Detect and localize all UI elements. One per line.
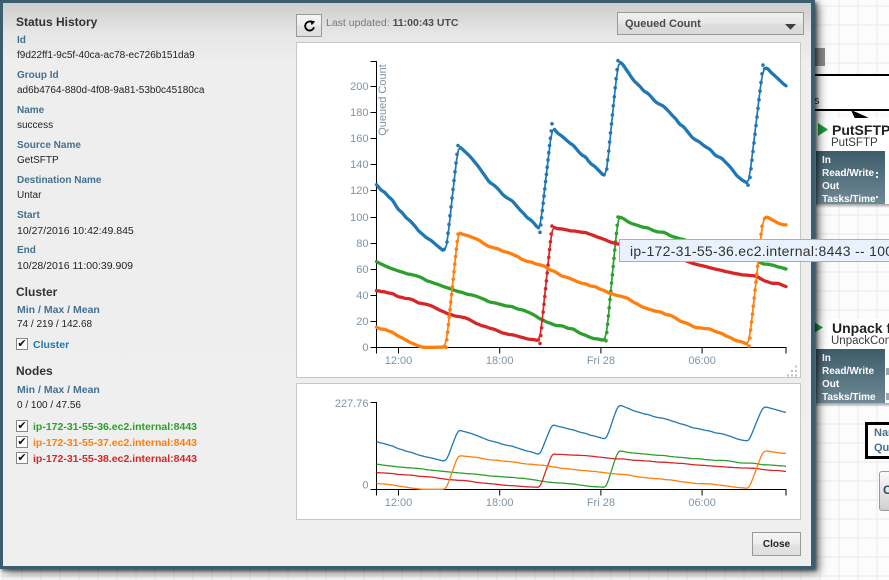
- svg-text:18:00: 18:00: [486, 497, 514, 509]
- svg-text:40: 40: [356, 290, 368, 302]
- svg-text:60: 60: [356, 264, 368, 276]
- svg-text:0: 0: [362, 342, 368, 354]
- svg-text:80: 80: [356, 238, 368, 250]
- svg-text:18:00: 18:00: [486, 355, 514, 367]
- svg-text:100: 100: [350, 212, 368, 224]
- svg-text:12:00: 12:00: [385, 497, 413, 509]
- svg-text:140: 140: [350, 159, 368, 171]
- svg-text:0: 0: [362, 480, 368, 492]
- svg-text:12:00: 12:00: [385, 355, 413, 367]
- svg-text:227.76: 227.76: [335, 398, 369, 410]
- svg-text:200: 200: [350, 81, 368, 93]
- svg-text:06:00: 06:00: [688, 497, 716, 509]
- svg-text:180: 180: [350, 107, 368, 119]
- svg-text:160: 160: [350, 133, 368, 145]
- svg-text:06:00: 06:00: [688, 355, 716, 367]
- svg-text:20: 20: [356, 316, 368, 328]
- svg-text:Queued Count: Queued Count: [377, 64, 389, 136]
- svg-text:120: 120: [350, 185, 368, 197]
- svg-text:Fri 28: Fri 28: [587, 355, 615, 367]
- svg-text:Fri 28: Fri 28: [587, 497, 615, 509]
